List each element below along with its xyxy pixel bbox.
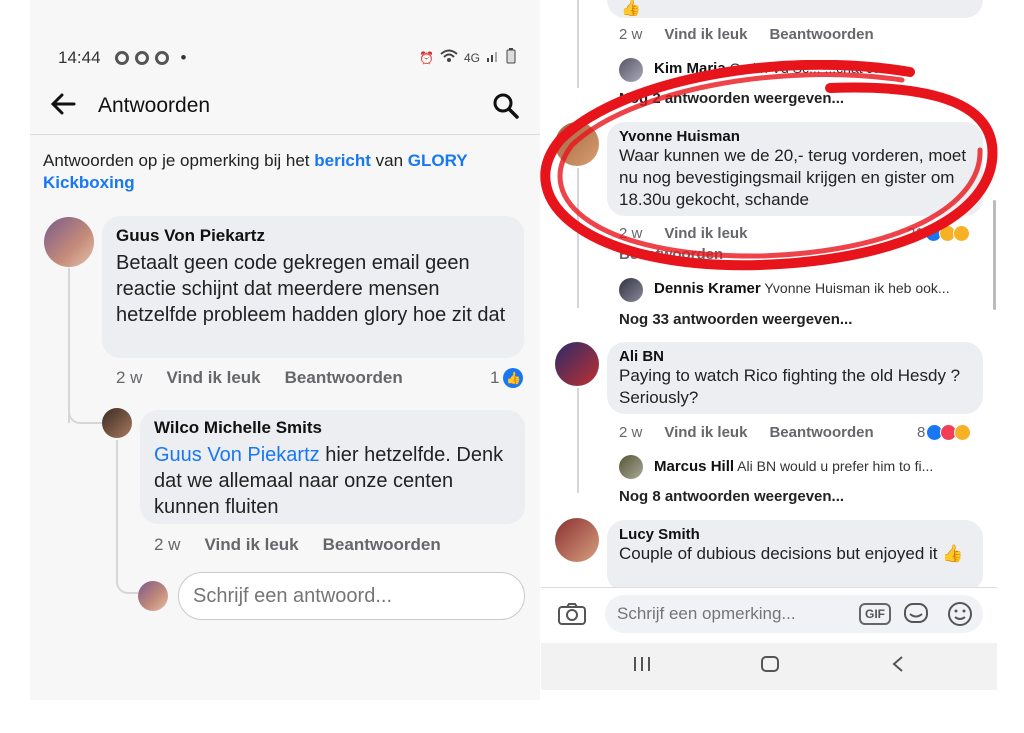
avatar[interactable]: [555, 342, 599, 386]
recent-apps-icon[interactable]: [633, 656, 651, 677]
page-title: Antwoorden: [98, 94, 211, 117]
comment-author[interactable]: Ali BN: [619, 348, 971, 365]
emoji-icon[interactable]: [947, 601, 973, 632]
reaction-count[interactable]: 8: [917, 424, 972, 441]
back-arrow-icon[interactable]: [50, 93, 76, 120]
sticker-icon[interactable]: [903, 602, 929, 631]
comment-meta: 2 w Vind ik leuk Beantwoorden: [619, 424, 874, 441]
chrome-icon: [114, 51, 129, 65]
annotation-circle: [540, 60, 998, 271]
avatar[interactable]: [102, 408, 132, 438]
status-dot: •: [180, 48, 187, 67]
chrome-icon: [134, 51, 149, 65]
like-button[interactable]: Vind ik leuk: [664, 424, 747, 441]
comment-author[interactable]: Lucy Smith: [619, 526, 971, 543]
reply-preview[interactable]: Marcus Hill Ali BN would u prefer him to…: [654, 458, 984, 475]
reply-button[interactable]: Beantwoorden: [769, 424, 873, 441]
comment-time: 2 w: [154, 535, 181, 554]
haha-reaction-icon: [954, 424, 972, 441]
comment-author[interactable]: Guus Von Piekartz: [116, 226, 510, 246]
chrome-icon: [154, 51, 169, 65]
thread-connector: [116, 572, 138, 594]
post-link[interactable]: bericht: [314, 151, 371, 170]
thread-line: [116, 440, 118, 580]
mention-link[interactable]: Guus Von Piekartz: [154, 444, 320, 466]
avatar: [138, 581, 168, 611]
comment-meta: 2 w Vind ik leuk Beantwoorden: [154, 535, 441, 555]
reply-button[interactable]: Beantwoorden: [323, 535, 441, 555]
avatar: [619, 455, 643, 479]
back-icon[interactable]: [891, 655, 905, 678]
comment-bubble: Guus Von Piekartz Betaalt geen code gekr…: [102, 216, 524, 358]
comment-text: Guus Von Piekartz hier hetzelfde. Denk d…: [154, 444, 504, 518]
battery-icon: [506, 48, 516, 67]
comment-input-placeholder: Schrijf een opmerking...: [617, 604, 796, 623]
like-button[interactable]: Vind ik leuk: [664, 26, 747, 43]
gif-icon[interactable]: GIF: [859, 603, 891, 625]
comment-meta: 2 w Vind ik leuk Beantwoorden: [116, 368, 403, 388]
comment-text: Couple of dubious decisions but enjoyed …: [619, 544, 964, 563]
left-screenshot-panel: 14:44 • ⏰ 4G Antwoorden Antwoorden op je…: [30, 0, 540, 700]
comment-author[interactable]: Wilco Michelle Smits: [154, 418, 511, 438]
alarm-icon: ⏰: [419, 50, 434, 65]
reply-input[interactable]: Schrijf een antwoord...: [178, 572, 525, 620]
signal-icon: [486, 49, 500, 66]
comment-time: 2 w: [619, 26, 643, 43]
thread-line: [577, 388, 579, 493]
view-more-replies[interactable]: Nog 33 antwoorden weergeven...: [619, 311, 852, 328]
thumbs-up-emoji: 👍: [621, 0, 641, 17]
like-button[interactable]: Vind ik leuk: [166, 368, 260, 388]
status-bar: 14:44 •: [58, 48, 187, 68]
view-more-replies[interactable]: Nog 8 antwoorden weergeven...: [619, 488, 844, 505]
avatar[interactable]: [555, 518, 599, 562]
comment-bubble: Wilco Michelle Smits Guus Von Piekartz h…: [140, 410, 525, 524]
network-label: 4G: [463, 50, 480, 65]
reaction-count[interactable]: 1 👍: [490, 368, 524, 388]
like-button[interactable]: Vind ik leuk: [204, 535, 298, 555]
context-text: Antwoorden op je opmerking bij het beric…: [43, 151, 468, 192]
comment-text: Paying to watch Rico fighting the old He…: [619, 366, 961, 407]
comment-meta: 2 w Vind ik leuk Beantwoorden: [619, 26, 874, 43]
thread-connector: [68, 402, 102, 424]
home-icon[interactable]: [760, 655, 780, 678]
comment-text: Betaalt geen code gekregen email geen re…: [116, 252, 506, 326]
avatar[interactable]: [44, 217, 94, 267]
header-bar: Antwoorden: [30, 80, 540, 135]
thread-line: [68, 268, 70, 423]
camera-icon[interactable]: [557, 602, 587, 631]
status-icons: ⏰ 4G: [419, 48, 516, 67]
comment-time: 2 w: [116, 368, 143, 387]
comment-bubble: 👍: [607, 0, 983, 18]
status-time: 14:44: [58, 48, 101, 67]
comment-time: 2 w: [619, 424, 643, 441]
search-icon[interactable]: [492, 92, 520, 125]
wifi-icon: [440, 49, 458, 66]
reply-button[interactable]: Beantwoorden: [285, 368, 403, 388]
comment-bubble: Lucy Smith Couple of dubious decisions b…: [607, 520, 983, 592]
like-reaction-icon: 👍: [503, 368, 524, 388]
comment-bubble: Ali BN Paying to watch Rico fighting the…: [607, 342, 983, 414]
reply-button[interactable]: Beantwoorden: [769, 26, 873, 43]
